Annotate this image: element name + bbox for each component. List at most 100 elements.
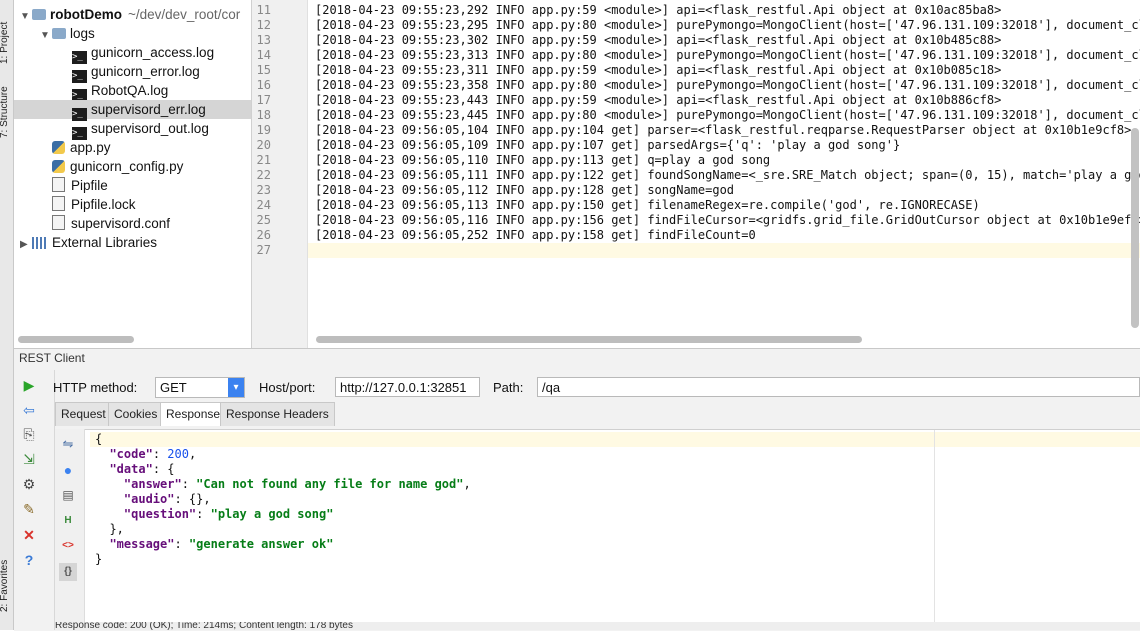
line-number: 18 [256, 108, 271, 122]
tree-item-label: gunicorn_error.log [91, 64, 200, 79]
log-line: [2018-04-23 09:56:05,112 INFO app.py:128… [315, 183, 735, 197]
editor-vertical-scrollbar[interactable] [1131, 128, 1139, 328]
line-number: 20 [256, 138, 271, 152]
tree-item[interactable]: app.py [14, 138, 251, 157]
tree-item[interactable]: >_ RobotQA.log [14, 81, 251, 102]
wrap-icon[interactable]: ⇋ [61, 437, 75, 451]
json-code-line: "code": 200, [109, 447, 197, 461]
tab-response[interactable]: Response [160, 402, 227, 426]
settings-icon[interactable]: ⚙ [22, 477, 36, 491]
tree-item[interactable]: >_ supervisord_err.log [14, 100, 251, 121]
tab-request[interactable]: Request [55, 402, 112, 426]
tree-item[interactable]: >_ supervisord_out.log [14, 119, 251, 140]
python-file-icon [52, 141, 65, 154]
log-line: [2018-04-23 09:55:23,292 INFO app.py:59 … [315, 3, 1002, 17]
log-line: [2018-04-23 09:56:05,113 INFO app.py:150… [315, 198, 980, 212]
http-method-value: GET [160, 380, 187, 395]
structure-tool-tab[interactable]: 7: Structure [0, 86, 10, 138]
tab-response-headers[interactable]: Response Headers [220, 402, 335, 426]
tool-window-strip: 1: Project 7: Structure 2: Favorites [0, 0, 14, 630]
tree-item[interactable]: ▼ logs [14, 24, 251, 43]
tree-item-label: supervisord_err.log [91, 102, 206, 117]
globe-icon[interactable]: ● [61, 463, 75, 477]
line-number: 21 [256, 153, 271, 167]
editor-code-area[interactable]: [2018-04-23 09:55:23,292 INFO app.py:59 … [308, 0, 1140, 348]
document-icon[interactable]: ▤ [61, 488, 75, 502]
favorites-tool-tab[interactable]: 2: Favorites [0, 560, 10, 612]
xml-view-icon[interactable]: <> [61, 539, 75, 553]
tree-item-label: supervisord_out.log [91, 121, 209, 136]
line-number: 23 [256, 183, 271, 197]
response-side-toolbar: ⇋ ● ▤ H <> {} [55, 429, 85, 622]
host-port-input[interactable]: http://127.0.0.1:32851 [335, 377, 480, 397]
tree-item[interactable]: >_ gunicorn_access.log [14, 43, 251, 64]
json-open-brace: { [95, 432, 103, 446]
tree-item[interactable]: gunicorn_config.py [14, 157, 251, 176]
rest-client-title: REST Client [19, 351, 85, 365]
log-line: [2018-04-23 09:55:23,358 INFO app.py:80 … [315, 78, 1140, 92]
import-icon[interactable]: ⇲ [22, 452, 36, 466]
chevron-down-icon[interactable]: ▾ [228, 378, 244, 397]
editor-gutter: 11 12 13 14 15 16 17 18 19 20 21 22 23 24 25 26 27 [252, 0, 308, 348]
help-icon[interactable]: ? [22, 553, 36, 567]
json-data-line: "data": { [109, 462, 175, 476]
rest-client-toolbar: ▶ ⇦ ⎘ ⇲ ⚙ ✎ ✕ ? [14, 370, 55, 630]
tree-horizontal-scrollbar[interactable] [18, 336, 134, 343]
json-code-value: 200 [167, 447, 189, 461]
line-number: 22 [256, 168, 271, 182]
tree-item[interactable]: ▶ External Libraries [14, 233, 251, 252]
tree-item-label: gunicorn_config.py [70, 159, 184, 174]
log-line: [2018-04-23 09:56:05,111 INFO app.py:122… [315, 168, 1140, 182]
current-line-highlight [90, 432, 1140, 447]
host-port-label: Host/port: [259, 380, 316, 395]
python-file-icon [52, 160, 65, 173]
folder-icon [32, 9, 46, 20]
json-view-icon[interactable]: {} [59, 563, 77, 581]
run-icon[interactable]: ▶ [22, 378, 36, 392]
tree-item[interactable]: ▼ robotDemo ~/dev/dev_root/cor [14, 5, 251, 24]
tree-item[interactable]: >_ gunicorn_error.log [14, 62, 251, 83]
collapse-arrow-icon[interactable]: ▶ [20, 235, 32, 254]
log-line: [2018-04-23 09:55:23,443 INFO app.py:59 … [315, 93, 1002, 107]
tree-item-label: robotDemo [50, 7, 122, 22]
line-number: 13 [256, 33, 271, 47]
http-method-label: HTTP method: [53, 380, 138, 395]
path-input[interactable]: /qa [537, 377, 1140, 397]
line-number: 26 [256, 228, 271, 242]
log-line: [2018-04-23 09:56:05,116 INFO app.py:156… [315, 213, 1140, 227]
log-line: [2018-04-23 09:55:23,302 INFO app.py:59 … [315, 33, 1002, 47]
response-right-margin [934, 430, 935, 622]
folder-icon [52, 28, 66, 39]
tools-icon[interactable]: ✎ [22, 502, 36, 516]
project-tool-tab[interactable]: 1: Project [0, 22, 10, 64]
json-message-value: "generate answer ok" [188, 537, 334, 551]
response-status: Response code: 200 (OK); Time: 214ms; Co… [55, 622, 1140, 630]
tree-item-label: app.py [70, 140, 111, 155]
line-number: 15 [256, 63, 271, 77]
tree-item[interactable]: Pipfile [14, 176, 251, 195]
line-number: 16 [256, 78, 271, 92]
close-icon[interactable]: ✕ [22, 528, 36, 542]
log-line: [2018-04-23 09:56:05,109 INFO app.py:107… [315, 138, 901, 152]
tree-item-label: supervisord.conf [71, 216, 171, 231]
json-audio-line: "audio": {}, [123, 492, 211, 506]
tab-cookies[interactable]: Cookies [108, 402, 164, 426]
log-line: [2018-04-23 09:55:23,445 INFO app.py:80 … [315, 108, 1140, 122]
export-icon[interactable]: ⎘ [22, 427, 36, 441]
line-number: 19 [256, 123, 271, 137]
path-label: Path: [493, 380, 524, 395]
back-arrow-icon[interactable]: ⇦ [22, 403, 36, 417]
html-view-icon[interactable]: H [61, 514, 75, 528]
line-number: 14 [256, 48, 271, 62]
project-tree: ▼ robotDemo ~/dev/dev_root/cor ▼ logs >_ gunic… [14, 0, 252, 348]
line-number: 11 [256, 3, 271, 17]
tree-item-label: gunicorn_access.log [91, 45, 215, 60]
response-body[interactable] [55, 429, 1140, 623]
tree-item-label: External Libraries [52, 235, 158, 250]
tree-item[interactable]: supervisord.conf [14, 214, 251, 233]
http-method-select[interactable]: GET ▾ [155, 377, 245, 398]
json-data-close: }, [95, 522, 124, 536]
tree-item[interactable]: Pipfile.lock [14, 195, 251, 214]
editor-horizontal-scrollbar[interactable] [316, 336, 862, 343]
log-line: [2018-04-23 09:56:05,110 INFO app.py:113… [315, 153, 771, 167]
